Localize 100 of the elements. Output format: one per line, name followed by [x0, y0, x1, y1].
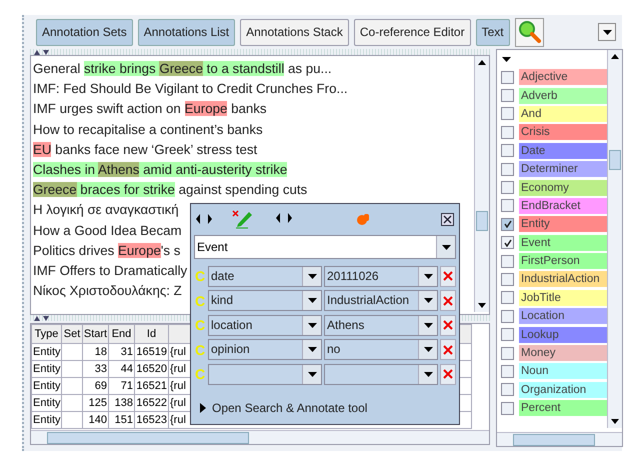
feature-value-dropdown[interactable] [324, 364, 438, 385]
annotation-type-label[interactable]: Economy [519, 180, 607, 196]
table-cell: 138 [108, 394, 134, 412]
expand-arrow-icon[interactable] [200, 402, 206, 412]
caret-icon [424, 274, 432, 279]
annotation-type-label[interactable]: Location [519, 308, 607, 324]
column-header[interactable]: Type [32, 324, 62, 344]
checkbox[interactable] [501, 383, 514, 396]
splitter-arrows-icon[interactable] [34, 50, 50, 54]
checkbox[interactable] [501, 126, 514, 139]
feature-name-dropdown[interactable]: opinion [208, 339, 322, 360]
toolbar-tab[interactable]: Annotations List [138, 18, 236, 46]
checkbox[interactable] [501, 236, 514, 250]
feature-name-dropdown[interactable]: kind [208, 290, 322, 312]
pin-icon[interactable] [356, 212, 370, 226]
splitter-arrows-icon[interactable] [34, 316, 50, 320]
checkbox[interactable] [501, 328, 514, 342]
left-right-arrows-icon[interactable] [276, 213, 292, 223]
annotation-type-label[interactable]: Money [519, 345, 607, 362]
checkbox[interactable] [501, 70, 514, 84]
feature-value-dropdown[interactable]: Athens [324, 314, 438, 336]
delete-button[interactable] [440, 266, 456, 287]
scrollbar[interactable] [31, 430, 489, 444]
scroll-thumb[interactable] [476, 211, 488, 231]
checkbox[interactable] [501, 346, 514, 360]
type-dropdown[interactable]: Event [194, 235, 456, 259]
annotation-type-label[interactable]: Adverb [519, 88, 607, 104]
checkbox[interactable] [501, 291, 514, 304]
checkbox[interactable] [501, 254, 514, 268]
delete-button[interactable] [440, 339, 456, 360]
column-header[interactable]: End [108, 324, 134, 344]
checkbox[interactable] [501, 364, 514, 378]
table-cell: Entity [32, 344, 62, 360]
checkbox[interactable] [501, 181, 514, 194]
checkbox[interactable] [501, 107, 514, 120]
checkbox[interactable] [501, 310, 514, 323]
delete-icon[interactable] [443, 369, 453, 380]
search-annotate-toggle[interactable]: Open Search & Annotate tool [194, 400, 456, 414]
scrollbar[interactable] [474, 56, 489, 312]
scrollbar[interactable] [607, 50, 622, 428]
table-cell: Entity [32, 378, 62, 394]
checkbox[interactable] [501, 199, 514, 212]
feature-name-dropdown[interactable]: location [208, 314, 322, 336]
annotation-type-label[interactable]: Adjective [519, 69, 607, 86]
checkbox[interactable] [501, 272, 514, 286]
feature-value-dropdown[interactable]: IndustrialAction [324, 290, 438, 312]
text-line: IMF Offers to Dramatically [33, 262, 188, 280]
search-button[interactable] [514, 18, 544, 46]
annotation-type-label[interactable]: Event [519, 234, 607, 251]
annotation-type-label[interactable]: JobTitle [519, 290, 607, 306]
scroll-down-icon[interactable] [611, 419, 619, 424]
annotation-type-label[interactable]: Entity [519, 216, 607, 232]
checkbox[interactable] [501, 218, 514, 231]
delete-button[interactable] [440, 314, 456, 336]
table-cell [62, 344, 82, 360]
checkbox[interactable] [501, 144, 514, 158]
annotation-type-label[interactable]: Percent [519, 400, 607, 416]
annotation-type-label[interactable]: And [519, 106, 607, 122]
text-line: Politics drives Europe's s [33, 242, 180, 260]
close-button[interactable] [441, 212, 454, 226]
delete-icon[interactable] [443, 271, 453, 282]
dropdown-button[interactable] [598, 23, 616, 41]
delete-button[interactable] [440, 290, 456, 312]
delete-icon[interactable] [443, 320, 453, 330]
table-cell: Entity [32, 394, 62, 412]
scroll-down-icon[interactable] [478, 303, 486, 308]
column-header[interactable]: Start [82, 324, 108, 344]
toolbar-tab[interactable]: Annotations Stack [240, 18, 349, 46]
checkbox[interactable] [501, 402, 514, 415]
delete-button[interactable] [440, 364, 456, 385]
annotation-type-label[interactable]: EndBracket [519, 198, 607, 214]
feature-name-dropdown[interactable]: date [208, 266, 322, 287]
caret-icon [308, 347, 316, 352]
annotation-type-label[interactable]: IndustrialAction [519, 271, 607, 288]
caret-icon [442, 244, 450, 250]
left-right-arrows-icon[interactable] [196, 214, 212, 224]
scroll-up-icon[interactable] [611, 54, 619, 59]
checkbox[interactable] [501, 162, 514, 176]
annotation-type-label[interactable]: FirstPerson [519, 253, 607, 270]
scroll-up-icon[interactable] [478, 60, 486, 65]
feature-value-dropdown[interactable]: no [324, 339, 438, 360]
feature-name-dropdown[interactable] [208, 364, 322, 385]
annotation-type-label[interactable]: Crisis [519, 124, 607, 140]
annotation-type-label[interactable]: Determiner [519, 161, 607, 178]
toolbar-tab[interactable]: Annotation Sets [36, 18, 133, 46]
toolbar-tab[interactable]: Co-reference Editor [354, 18, 471, 46]
feature-marker: C [194, 317, 206, 334]
annotation-type-label[interactable]: Noun [519, 363, 607, 380]
pencil-icon[interactable] [232, 209, 254, 229]
column-header[interactable]: Id [134, 324, 168, 344]
annotation-type-label[interactable]: Organization [519, 382, 607, 398]
feature-value-dropdown[interactable]: 20111026 [324, 266, 438, 287]
text-line: How to recapitalise a continent’s banks [33, 120, 263, 139]
toolbar-tab[interactable]: Text [476, 18, 510, 46]
checkbox[interactable] [501, 89, 514, 102]
column-header[interactable]: Set [62, 324, 82, 344]
delete-icon[interactable] [443, 296, 453, 306]
delete-icon[interactable] [443, 344, 453, 355]
scrollbar[interactable] [497, 432, 622, 446]
scroll-thumb[interactable] [609, 150, 621, 170]
